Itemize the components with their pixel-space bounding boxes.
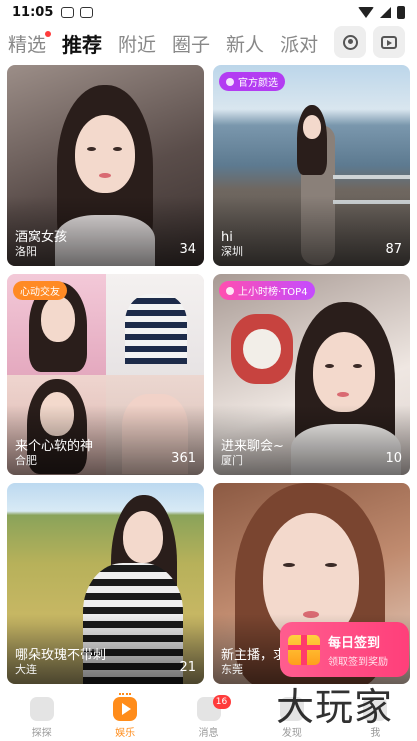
tab-party[interactable]: 派对 — [280, 30, 318, 57]
live-room-card[interactable]: 酒窝女孩 洛阳 34 — [7, 65, 204, 266]
viewer-count: 361 — [171, 451, 196, 466]
room-city: 洛阳 — [15, 245, 37, 258]
wifi-icon — [358, 6, 374, 18]
app-notification-icon — [80, 6, 94, 18]
status-bar: 11:05 — [0, 0, 417, 24]
room-city: 大连 — [15, 663, 37, 676]
tab-newcomers[interactable]: 新人 — [226, 30, 264, 57]
tab-featured[interactable]: 精选 — [8, 30, 52, 57]
gift-icon — [288, 634, 320, 665]
room-city: 深圳 — [221, 245, 243, 258]
nav-messages[interactable]: 16 消息 — [167, 691, 250, 741]
notification-icon — [61, 6, 75, 18]
viewer-count: 21 — [179, 660, 196, 675]
nav-entertainment[interactable]: 娱乐 — [83, 691, 166, 741]
viewer-count: 10 — [385, 451, 402, 466]
room-city: 厦门 — [221, 454, 243, 467]
tab-label: 精选 — [8, 33, 47, 56]
hourly-rank-badge: 上小时榜·TOP4 — [219, 281, 315, 300]
checkin-title: 每日签到 — [328, 635, 381, 651]
tab-circles[interactable]: 圈子 — [172, 30, 210, 57]
unread-badge: 16 — [212, 695, 231, 709]
status-time: 11:05 — [12, 4, 54, 20]
heart-dating-badge: 心动交友 — [13, 281, 67, 300]
live-room-card[interactable]: 官方颜选 hi 深圳 87 — [213, 65, 410, 266]
tab-label: 推荐 — [62, 32, 103, 57]
badge-label: 上小时榜·TOP4 — [238, 287, 308, 298]
badge-icon — [226, 77, 234, 86]
battery-icon — [397, 5, 405, 19]
badge-label: 心动交友 — [20, 287, 60, 298]
signal-icon — [380, 6, 391, 18]
tab-recommended[interactable]: 推荐 — [62, 29, 102, 58]
live-room-card[interactable]: 上小时榜·TOP4 进来聊会~ 厦门 10 — [213, 274, 410, 475]
nav-tantan[interactable]: 探探 — [0, 691, 83, 741]
profile-icon — [342, 34, 358, 50]
nav-label: 探探 — [31, 728, 52, 739]
nav-label: 娱乐 — [115, 728, 136, 739]
tab-label: 新人 — [226, 33, 265, 56]
live-room-card[interactable]: 心动交友 来个心软的神 合肥 361 — [7, 274, 204, 475]
badge-label: 官方颜选 — [238, 78, 278, 89]
tab-nearby[interactable]: 附近 — [118, 30, 156, 57]
profile-button[interactable] — [334, 26, 366, 58]
official-pick-badge: 官方颜选 — [219, 72, 285, 91]
tab-label: 派对 — [280, 33, 319, 56]
nav-label: 消息 — [198, 728, 219, 739]
watermark-text: 大玩家 — [276, 685, 394, 729]
viewer-count: 34 — [179, 242, 196, 257]
checkin-subtitle: 领取签到奖励 — [328, 656, 388, 668]
viewer-count: 87 — [385, 242, 402, 257]
room-city: 合肥 — [15, 454, 37, 467]
tab-unread-dot — [45, 30, 52, 37]
flame-icon — [226, 286, 234, 295]
tv-icon — [381, 35, 397, 49]
live-room-grid: 酒窝女孩 洛阳 34 官方颜选 hi 深圳 87 心动交友 来个心软的神 合肥 … — [7, 65, 410, 684]
cards-icon — [29, 697, 54, 721]
live-room-card[interactable]: 哪朵玫瑰不带刺 大连 21 — [7, 483, 204, 684]
play-icon — [113, 697, 138, 721]
tab-label: 圈子 — [172, 33, 211, 56]
room-city: 东莞 — [221, 663, 243, 676]
tab-label: 附近 — [118, 33, 157, 56]
live-tv-button[interactable] — [373, 26, 405, 58]
daily-checkin-banner[interactable]: 每日签到 领取签到奖励 — [280, 622, 409, 677]
